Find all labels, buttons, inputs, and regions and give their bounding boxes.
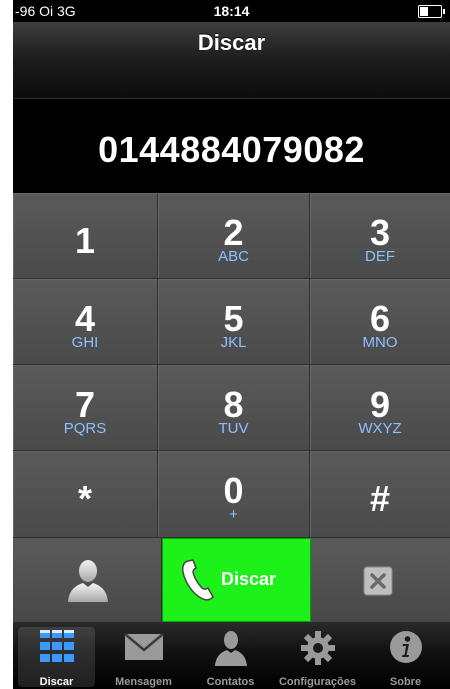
phone-screen: -96 Oi 3G 18:14 Discar 01448840790​82 1 … [13, 0, 450, 689]
call-button-label: Discar [221, 569, 277, 589]
tab-mensagem[interactable]: Mensagem [100, 622, 187, 689]
gear-icon [300, 631, 335, 665]
key-digit: 5 [223, 298, 244, 339]
keypad: 1 2 ABC 3 DEF 4 GHI 5 JKL 6 MNO 7 PQRS 8 TUV 9W… [13, 193, 450, 538]
key-7[interactable]: 7 PQRS [13, 365, 158, 451]
person-icon [214, 631, 247, 666]
key-8[interactable]: 8 TUV [158, 365, 310, 451]
tab-contatos[interactable]: Contatos [187, 622, 274, 689]
key-1[interactable]: 1 [13, 193, 158, 279]
key-digit: 4 [74, 298, 96, 339]
key-4[interactable]: 4 GHI [13, 279, 158, 365]
key-letters: JKL [220, 334, 247, 351]
key-digit: 7 [74, 384, 96, 425]
key-digit: 0 [223, 470, 244, 511]
keypad-grid-icon [39, 630, 74, 662]
tab-label: Mensagem [115, 676, 172, 688]
page-title: Discar [197, 30, 266, 55]
key-letters: PQRS [63, 420, 107, 437]
envelope-icon [123, 633, 164, 660]
status-bar: -96 Oi 3G 18:14 [13, 0, 450, 22]
key-5[interactable]: 5 JKL [158, 279, 310, 365]
key-digit: 8 [223, 384, 244, 425]
delete-x-icon [363, 566, 393, 596]
key-letters: MNO [362, 334, 398, 351]
key-digit: * [77, 478, 92, 519]
key-digit: # [369, 478, 391, 519]
call-button[interactable]: Discar [162, 538, 311, 622]
key-digit: 6 [369, 298, 391, 339]
key-letters: ABC [218, 248, 249, 265]
tab-label: Configurações [278, 676, 356, 688]
key-star[interactable]: * [13, 451, 158, 538]
key-hash[interactable]: # [310, 451, 450, 538]
key-digit: 2 [223, 212, 244, 253]
person-icon [68, 560, 108, 602]
key-digit: 9 [369, 384, 391, 425]
tab-discar[interactable]: Discar [13, 622, 100, 689]
key-letters: WXYZ [358, 420, 402, 437]
key-digit: 3 [369, 212, 391, 253]
key-3[interactable]: 3 DEF [310, 193, 450, 279]
key-6[interactable]: 6 MNO [310, 279, 450, 365]
tab-label: Contatos [206, 676, 255, 688]
tab-sobre[interactable]: Sobre [361, 622, 450, 689]
action-row: Discar [13, 538, 450, 622]
tab-configuracoes[interactable]: Configurações [274, 622, 361, 689]
status-time: 18:14 [213, 3, 250, 19]
tab-label: Sobre [389, 676, 422, 688]
number-display: 01448840790​82 [13, 98, 450, 193]
add-contact-button[interactable] [13, 538, 162, 622]
key-letters: DEF [365, 248, 395, 265]
key-digit: 1 [74, 220, 96, 261]
key-9[interactable]: 9 WXYZ [310, 365, 450, 451]
info-icon [389, 631, 422, 663]
key-letters: TUV [218, 420, 249, 437]
tab-bar: Discar Mensagem Contatos Configurações S… [13, 622, 450, 689]
tab-label: Discar [39, 676, 74, 688]
key-2[interactable]: 2 ABC [158, 193, 310, 279]
key-letters: + [229, 506, 238, 523]
key-0[interactable]: 0 + [158, 451, 310, 538]
navigation-bar: Discar [13, 22, 450, 99]
phone-handset-icon [182, 559, 214, 601]
key-letters: GHI [71, 334, 99, 351]
battery-icon [418, 5, 445, 18]
delete-button[interactable] [311, 538, 450, 622]
dialed-number: 01448840790​82 [98, 129, 365, 170]
